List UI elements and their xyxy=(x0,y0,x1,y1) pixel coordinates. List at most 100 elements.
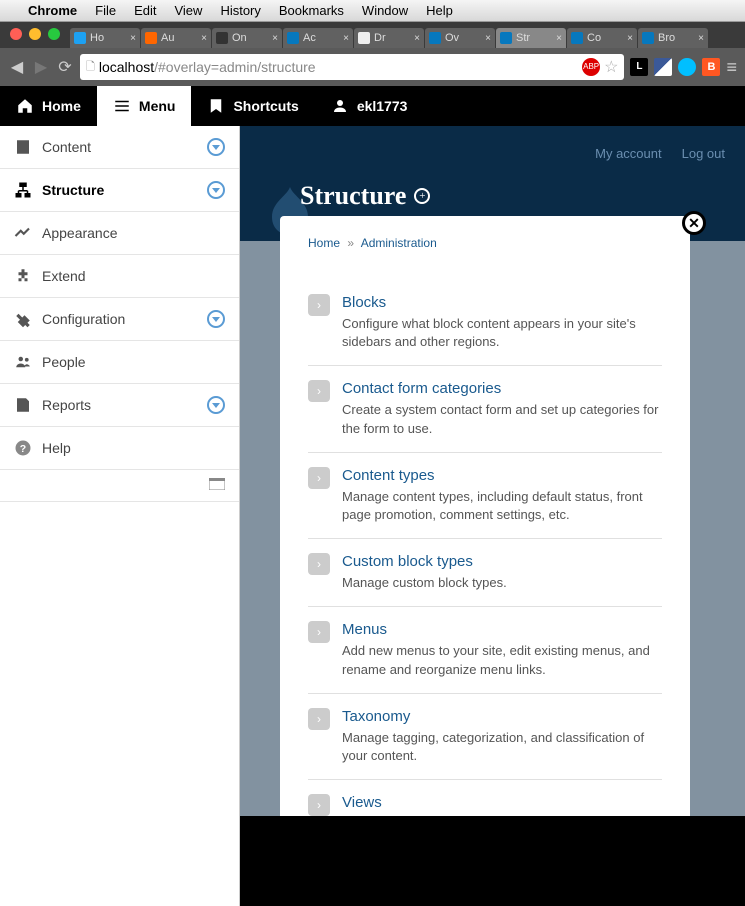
browser-tab[interactable]: Au × xyxy=(141,28,211,48)
breadcrumb-home[interactable]: Home xyxy=(308,236,340,250)
close-tab-icon[interactable]: × xyxy=(485,33,491,44)
admin-item-content-types[interactable]: › Content types Manage content types, in… xyxy=(308,452,662,538)
browser-tab[interactable]: Bro × xyxy=(638,28,708,48)
browser-tab[interactable]: Co× xyxy=(567,28,637,48)
logout-link[interactable]: Log out xyxy=(682,146,725,161)
browser-tab[interactable]: On× xyxy=(212,28,282,48)
abp-icon[interactable]: ABP xyxy=(582,58,600,76)
user-icon xyxy=(331,97,349,115)
chevron-down-icon[interactable] xyxy=(207,396,225,414)
chevron-right-icon: › xyxy=(308,708,330,730)
menu-window[interactable]: Window xyxy=(362,3,408,18)
sidebar-item-label: Extend xyxy=(42,268,86,284)
admin-item-custom-block[interactable]: › Custom block types Manage custom block… xyxy=(308,538,662,606)
close-tab-icon[interactable]: × xyxy=(343,33,349,44)
extension-icon[interactable] xyxy=(678,58,696,76)
close-tab-icon[interactable]: × xyxy=(201,33,207,44)
browser-tab[interactable]: Str × xyxy=(496,28,566,48)
toolbar-menu[interactable]: Menu xyxy=(97,86,192,126)
url-text: localhost/#overlay=admin/structure xyxy=(99,59,578,75)
admin-list: › Blocks Configure what block content ap… xyxy=(308,280,662,847)
delicious-icon[interactable] xyxy=(654,58,672,76)
toolbar-home[interactable]: Home xyxy=(0,86,97,126)
extension-icon[interactable]: L xyxy=(630,58,648,76)
sidebar-item-appearance[interactable]: Appearance xyxy=(0,212,239,255)
menu-file[interactable]: File xyxy=(95,3,116,18)
address-bar-row: ◀ ▶ ⟳ 🗋 localhost/#overlay=admin/structu… xyxy=(0,48,745,86)
close-window-button[interactable] xyxy=(10,28,22,40)
minimize-window-button[interactable] xyxy=(29,28,41,40)
help-icon: ? xyxy=(14,439,32,457)
admin-link[interactable]: Content types xyxy=(342,467,662,484)
tab-label: Ov xyxy=(445,32,459,44)
admin-link[interactable]: Menus xyxy=(342,621,662,638)
reload-button[interactable]: ⟳ xyxy=(56,57,74,77)
os-menubar: Chrome File Edit View History Bookmarks … xyxy=(0,0,745,22)
admin-desc: Create a system contact form and set up … xyxy=(342,401,662,437)
admin-link[interactable]: Custom block types xyxy=(342,553,662,570)
close-tab-icon[interactable]: × xyxy=(556,33,562,44)
address-bar[interactable]: 🗋 localhost/#overlay=admin/structure ABP… xyxy=(80,54,624,80)
sidebar-item-help[interactable]: ? Help xyxy=(0,427,239,470)
add-shortcut-button[interactable]: + xyxy=(414,188,430,204)
sidebar-item-content[interactable]: Content xyxy=(0,126,239,169)
menu-history[interactable]: History xyxy=(220,3,260,18)
browser-tab[interactable]: Ho× xyxy=(70,28,140,48)
tab-label: Au xyxy=(161,32,174,44)
sidebar-item-label: Structure xyxy=(42,182,104,198)
sidebar-orientation-toggle[interactable] xyxy=(0,470,239,502)
forward-button[interactable]: ▶ xyxy=(32,57,50,77)
close-tab-icon[interactable]: × xyxy=(272,33,278,44)
breadcrumb-admin[interactable]: Administration xyxy=(361,236,437,250)
favicon-icon xyxy=(500,32,512,44)
sidebar-item-reports[interactable]: Reports xyxy=(0,384,239,427)
close-tab-icon[interactable]: × xyxy=(627,33,633,44)
zoom-window-button[interactable] xyxy=(48,28,60,40)
sidebar-item-configuration[interactable]: Configuration xyxy=(0,298,239,341)
browser-tab[interactable]: Dr× xyxy=(354,28,424,48)
admin-link[interactable]: Taxonomy xyxy=(342,708,662,725)
menu-app[interactable]: Chrome xyxy=(28,3,77,18)
admin-item-menus[interactable]: › Menus Add new menus to your site, edit… xyxy=(308,606,662,692)
menu-edit[interactable]: Edit xyxy=(134,3,156,18)
chevron-down-icon[interactable] xyxy=(207,138,225,156)
browser-window: Ho× Au × On× Ac × Dr× Ov × Str × Co× Bro × ◀ … xyxy=(0,22,745,86)
chevron-right-icon: › xyxy=(308,467,330,489)
tab-label: Ac xyxy=(303,32,316,44)
sidebar-item-extend[interactable]: Extend xyxy=(0,255,239,298)
menu-view[interactable]: View xyxy=(174,3,202,18)
sidebar-item-structure[interactable]: Structure xyxy=(0,169,239,212)
menu-help[interactable]: Help xyxy=(426,3,453,18)
admin-link[interactable]: Views xyxy=(342,794,662,811)
close-tab-icon[interactable]: × xyxy=(130,33,136,44)
chevron-down-icon[interactable] xyxy=(207,181,225,199)
admin-link[interactable]: Contact form categories xyxy=(342,380,662,397)
sidebar-item-people[interactable]: People xyxy=(0,341,239,384)
toolbar-label: Home xyxy=(42,98,81,114)
content-icon xyxy=(14,138,32,156)
browser-tab[interactable]: Ov × xyxy=(425,28,495,48)
admin-item-taxonomy[interactable]: › Taxonomy Manage tagging, categorizatio… xyxy=(308,693,662,779)
tab-label: Bro xyxy=(658,32,675,44)
my-account-link[interactable]: My account xyxy=(595,146,661,161)
chevron-right-icon: › xyxy=(308,621,330,643)
chrome-menu-icon[interactable]: ≡ xyxy=(726,57,737,78)
extension-icon[interactable]: B xyxy=(702,58,720,76)
bookmark-star-icon[interactable]: ☆ xyxy=(604,57,618,77)
admin-item-blocks[interactable]: › Blocks Configure what block content ap… xyxy=(308,280,662,365)
site-info-icon[interactable]: 🗋 xyxy=(86,58,95,77)
admin-item-contact[interactable]: › Contact form categories Create a syste… xyxy=(308,365,662,451)
back-button[interactable]: ◀ xyxy=(8,57,26,77)
favicon-icon xyxy=(216,32,228,44)
close-overlay-button[interactable]: ✕ xyxy=(682,211,706,235)
close-tab-icon[interactable]: × xyxy=(698,33,704,44)
toolbar-user[interactable]: ekl1773 xyxy=(315,86,424,126)
toolbar-label: Shortcuts xyxy=(233,98,298,114)
chevron-down-icon[interactable] xyxy=(207,310,225,328)
admin-link[interactable]: Blocks xyxy=(342,294,662,311)
close-tab-icon[interactable]: × xyxy=(414,33,420,44)
browser-tab[interactable]: Ac × xyxy=(283,28,353,48)
tab-label: Str xyxy=(516,32,530,44)
toolbar-shortcuts[interactable]: Shortcuts xyxy=(191,86,314,126)
menu-bookmarks[interactable]: Bookmarks xyxy=(279,3,344,18)
